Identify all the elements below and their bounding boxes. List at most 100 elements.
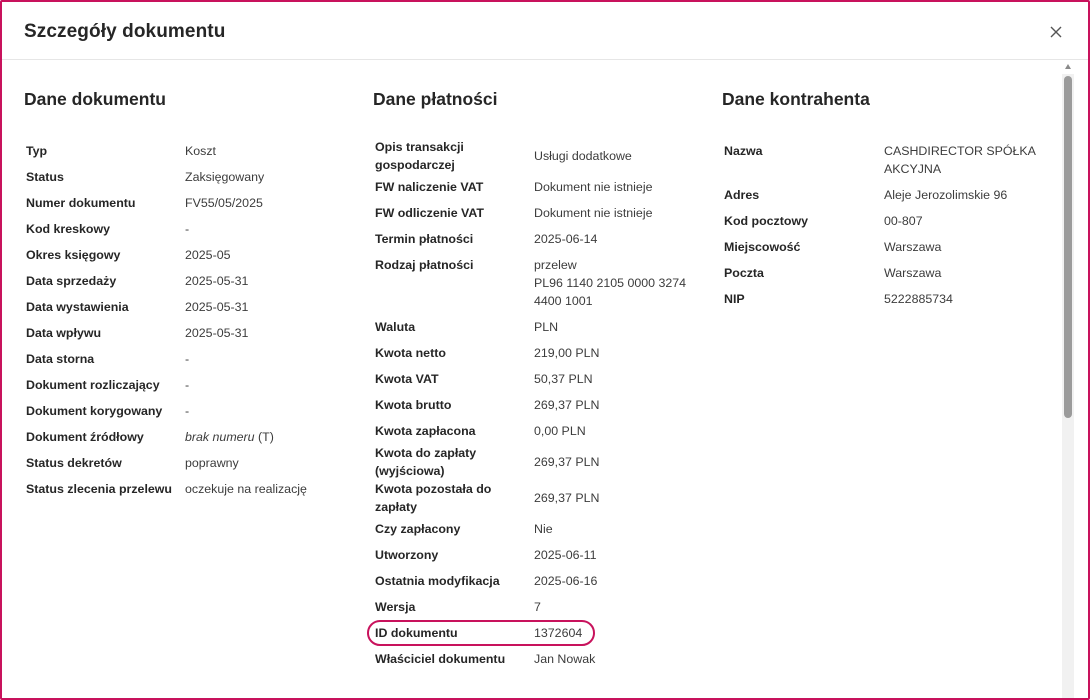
- field-value: Warszawa: [884, 240, 942, 254]
- scroll-thumb[interactable]: [1064, 76, 1072, 418]
- field-miejscowosc: Miejscowość Warszawa: [722, 234, 1052, 260]
- field-data-wplywu: Data wpływu 2025-05-31: [24, 320, 354, 346]
- field-value: 269,37 PLN: [534, 491, 600, 505]
- field-ostatnia-modyfikacja: Ostatnia modyfikacja 2025-06-16: [373, 568, 703, 594]
- field-kwota-brutto: Kwota brutto 269,37 PLN: [373, 392, 703, 418]
- field-adres: Adres Aleje Jerozolimskie 96: [722, 182, 1052, 208]
- field-label: Status zlecenia przelewu: [26, 482, 172, 496]
- field-kwota-vat: Kwota VAT 50,37 PLN: [373, 366, 703, 392]
- field-label: Status: [26, 170, 64, 184]
- field-value: Warszawa: [884, 266, 942, 280]
- field-label: Data sprzedaży: [26, 274, 117, 288]
- field-fw-odliczenie-vat: FW odliczenie VAT Dokument nie istnieje: [373, 200, 703, 226]
- field-data-wystawienia: Data wystawienia 2025-05-31: [24, 294, 354, 320]
- field-label: Kwota zapłacona: [375, 424, 476, 438]
- field-kod-kreskowy: Kod kreskowy -: [24, 216, 354, 242]
- field-typ: Typ Koszt: [24, 138, 354, 164]
- field-label: Dokument korygowany: [26, 404, 163, 418]
- field-label: Miejscowość: [724, 240, 801, 254]
- field-label: Dokument źródłowy: [26, 430, 144, 444]
- field-value: 00-807: [884, 214, 923, 228]
- field-kwota-netto: Kwota netto 219,00 PLN: [373, 340, 703, 366]
- section-title-payment: Dane płatności: [373, 89, 498, 109]
- field-label: ID dokumentu: [375, 626, 458, 640]
- field-poczta: Poczta Warszawa: [722, 260, 1052, 286]
- field-label: Status dekretów: [26, 456, 122, 470]
- field-value: Dokument nie istnieje: [534, 206, 653, 220]
- field-label: Data wystawienia: [26, 300, 129, 314]
- field-kod-pocztowy: Kod pocztowy 00-807: [722, 208, 1052, 234]
- field-value: oczekuje na realizację: [185, 482, 307, 496]
- field-value: 7: [534, 600, 541, 614]
- field-label: Kwota VAT: [375, 372, 439, 386]
- close-icon: [1050, 26, 1062, 38]
- field-label: Kod kreskowy: [26, 222, 111, 236]
- contractor-rows: Nazwa CASHDIRECTOR SPÓŁKA AKCYJNA Adres …: [722, 138, 1052, 312]
- field-label: Ostatnia modyfikacja: [375, 574, 500, 588]
- field-data-sprzedazy: Data sprzedaży 2025-05-31: [24, 268, 354, 294]
- field-label: Poczta: [724, 266, 764, 280]
- vertical-scrollbar[interactable]: [1062, 62, 1074, 698]
- field-label: Data storna: [26, 352, 95, 366]
- field-value: PLN: [534, 320, 559, 334]
- field-opis-transakcji: Opis transakcji gospodarczej Usługi doda…: [373, 138, 703, 174]
- field-value: Jan Nowak: [534, 652, 596, 666]
- field-value: poprawny: [185, 456, 239, 470]
- field-value: 2025-06-14: [534, 232, 598, 246]
- field-label: Termin płatności: [375, 232, 474, 246]
- source-doc-number: brak numeru: [185, 430, 255, 444]
- field-value: Zaksięgowany: [185, 170, 265, 184]
- field-label: Właściciel dokumentu: [375, 652, 506, 666]
- field-value: -: [185, 222, 190, 236]
- field-value: -: [185, 352, 190, 366]
- field-label: FW naliczenie VAT: [375, 180, 484, 194]
- field-value: 219,00 PLN: [534, 346, 600, 360]
- field-value: 269,37 PLN: [534, 398, 600, 412]
- field-wersja: Wersja 7: [373, 594, 703, 620]
- field-label: Opis transakcji gospodarczej: [375, 140, 464, 172]
- field-label: Czy zapłacony: [375, 522, 461, 536]
- field-waluta: Waluta PLN: [373, 314, 703, 340]
- field-value: FV55/05/2025: [185, 196, 263, 210]
- field-status-dekretow: Status dekretów poprawny: [24, 450, 354, 476]
- field-status-zlecenia-przelewu: Status zlecenia przelewu oczekuje na rea…: [24, 476, 354, 502]
- field-termin-platnosci: Termin płatności 2025-06-14: [373, 226, 703, 252]
- field-value: -: [185, 404, 190, 418]
- field-id-dokumentu: ID dokumentu 1372604: [367, 620, 703, 646]
- field-value: 0,00 PLN: [534, 424, 586, 438]
- field-label: Kwota netto: [375, 346, 446, 360]
- field-label: Rodzaj płatności: [375, 258, 474, 272]
- field-value: 2025-06-11: [534, 548, 597, 562]
- field-label: Data wpływu: [26, 326, 102, 340]
- field-value: Dokument nie istnieje: [534, 180, 653, 194]
- field-value: Koszt: [185, 144, 216, 158]
- bank-account-number: PL96 1140 2105 0000 3274 4400 1001: [534, 276, 687, 308]
- field-nip: NIP 5222885734: [722, 286, 1052, 312]
- field-label: Utworzony: [375, 548, 439, 562]
- field-label: Numer dokumentu: [26, 196, 136, 210]
- field-value: CASHDIRECTOR SPÓŁKA AKCYJNA: [884, 144, 1036, 176]
- dialog-title: Szczegóły dokumentu: [24, 21, 226, 42]
- field-kwota-do-zaplaty: Kwota do zapłaty (wyjściowa) 269,37 PLN: [373, 444, 703, 480]
- field-fw-naliczenie-vat: FW naliczenie VAT Dokument nie istnieje: [373, 174, 703, 200]
- field-czy-zaplacony: Czy zapłacony Nie: [373, 516, 703, 542]
- field-value: 1372604: [534, 626, 583, 640]
- field-value: -: [185, 378, 190, 392]
- close-button[interactable]: [1044, 20, 1068, 44]
- field-label: Kwota pozostała do zapłaty: [375, 482, 492, 514]
- field-status: Status Zaksięgowany: [24, 164, 354, 190]
- field-rodzaj-platnosci: Rodzaj płatności przelew PL96 1140 2105 …: [373, 252, 703, 314]
- field-label: NIP: [724, 292, 745, 306]
- field-value: Nie: [534, 522, 553, 536]
- payment-method: przelew: [534, 258, 577, 272]
- scroll-up-arrow-icon[interactable]: [1064, 62, 1072, 72]
- document-details-dialog: Szczegóły dokumentu Dane dokumentu Typ K…: [0, 0, 1090, 700]
- field-label: Dokument rozliczający: [26, 378, 160, 392]
- dialog-header: Szczegóły dokumentu: [2, 2, 1088, 60]
- field-value: przelew PL96 1140 2105 0000 3274 4400 10…: [534, 256, 703, 310]
- field-label: Wersja: [375, 600, 416, 614]
- field-value: brak numeru (T): [185, 428, 354, 446]
- field-label: Nazwa: [724, 144, 763, 158]
- document-rows: Typ Koszt Status Zaksięgowany Numer doku…: [24, 138, 354, 502]
- dialog-content: Dane dokumentu Typ Koszt Status Zaksięgo…: [2, 60, 1060, 698]
